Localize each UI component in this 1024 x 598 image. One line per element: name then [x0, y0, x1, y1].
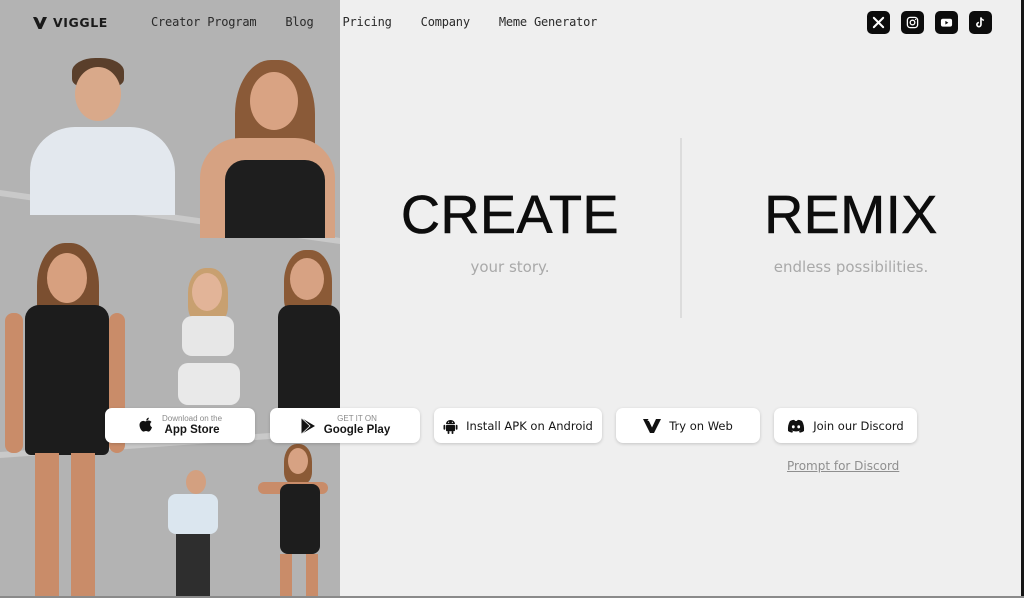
- app-store-label: App Store: [164, 423, 220, 436]
- try-on-web-label: Try on Web: [669, 418, 733, 433]
- nav-pricing[interactable]: Pricing: [342, 15, 391, 29]
- nav-blog[interactable]: Blog: [285, 15, 313, 29]
- apple-icon: [139, 417, 152, 432]
- instagram-icon: [906, 16, 919, 29]
- remix-title: REMIX: [764, 185, 938, 245]
- nav-meme-generator[interactable]: Meme Generator: [499, 15, 598, 29]
- tiktok-icon: [976, 17, 985, 28]
- collage-figure-woman-top: [195, 60, 340, 240]
- google-play-icon: [300, 417, 315, 434]
- x-icon: [872, 16, 885, 29]
- remix-subtitle: endless possibilities.: [773, 258, 929, 276]
- site-header: VIGGLE Creator Program Blog Pricing Comp…: [0, 0, 1024, 46]
- install-apk-button[interactable]: Install APK on Android: [434, 408, 602, 443]
- google-play-caption: GET IT ON: [337, 413, 377, 423]
- hero-remix: REMIX endless possibilities.: [740, 188, 962, 276]
- google-play-label: Google Play: [323, 423, 391, 436]
- prompt-for-discord-link[interactable]: Prompt for Discord: [787, 459, 899, 473]
- collage-figure-man-top: [30, 55, 175, 215]
- create-subtitle: your story.: [470, 258, 550, 276]
- collage-figure-woman-dress-right: [268, 250, 340, 410]
- collage-figure-woman-white: [168, 268, 248, 413]
- google-play-text: GET IT ON Google Play: [323, 413, 391, 436]
- app-store-text: Download on the App Store: [161, 413, 223, 436]
- social-youtube-button[interactable]: [935, 11, 958, 34]
- collage-figure-woman-bottom: [258, 444, 328, 598]
- collage-figure-man-bottom: [158, 470, 228, 598]
- social-x-button[interactable]: [867, 11, 890, 34]
- social-links: [867, 11, 992, 34]
- discord-icon: [788, 419, 805, 433]
- viggle-icon: [643, 418, 662, 433]
- android-icon: [443, 419, 458, 434]
- install-apk-label: Install APK on Android: [466, 418, 593, 433]
- nav-company[interactable]: Company: [421, 15, 470, 29]
- join-discord-label: Join our Discord: [813, 418, 904, 433]
- viggle-logo[interactable]: VIGGLE: [33, 15, 108, 30]
- hero-divider: [680, 138, 682, 318]
- google-play-button[interactable]: GET IT ON Google Play: [270, 408, 420, 443]
- app-store-button[interactable]: Download on the App Store: [105, 408, 255, 443]
- youtube-icon: [940, 18, 953, 27]
- create-title: CREATE: [400, 185, 620, 245]
- try-on-web-button[interactable]: Try on Web: [616, 408, 760, 443]
- social-tiktok-button[interactable]: [969, 11, 992, 34]
- nav-creator-program[interactable]: Creator Program: [151, 15, 257, 29]
- join-discord-button[interactable]: Join our Discord: [774, 408, 917, 443]
- logo-text: VIGGLE: [53, 15, 108, 30]
- hero-collage: [0, 0, 340, 598]
- main-nav: Creator Program Blog Pricing Company Mem…: [151, 15, 626, 29]
- viggle-logo-icon: [33, 16, 47, 29]
- social-instagram-button[interactable]: [901, 11, 924, 34]
- app-store-caption: Download on the: [161, 413, 223, 423]
- hero-create: CREATE your story.: [390, 188, 630, 276]
